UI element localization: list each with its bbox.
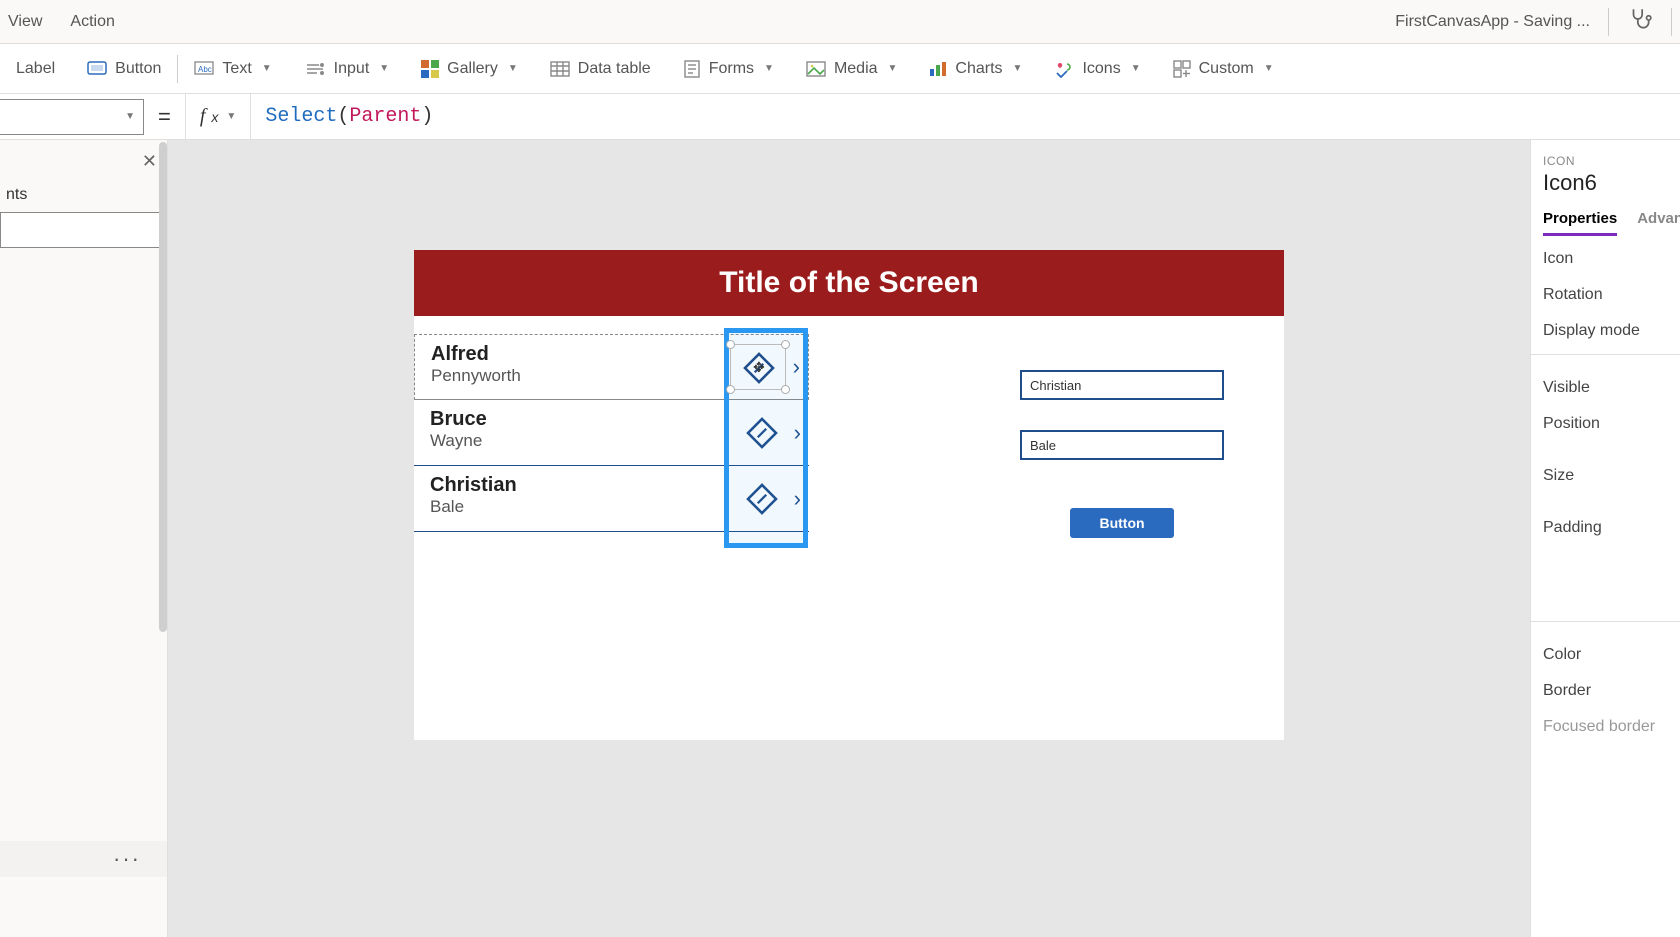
resize-handle[interactable] — [781, 385, 790, 394]
menu-bar: View Action FirstCanvasApp - Saving ... — [0, 0, 1680, 44]
prop-size[interactable]: Size — [1543, 437, 1680, 489]
chevron-down-icon: ▼ — [888, 63, 898, 74]
prop-color[interactable]: Color — [1543, 632, 1680, 668]
prop-display-mode[interactable]: Display mode — [1543, 308, 1680, 344]
gallery-icon — [421, 60, 439, 78]
prop-visible[interactable]: Visible — [1543, 365, 1680, 401]
ribbon-custom-label: Custom — [1199, 60, 1254, 78]
data-table-icon — [550, 61, 570, 77]
app-checker-icon[interactable] — [1627, 6, 1653, 37]
icons-icon — [1054, 60, 1074, 78]
media-icon — [806, 61, 826, 77]
selected-icon-handles[interactable]: ✥ — [730, 344, 786, 390]
property-dropdown[interactable]: ▼ — [0, 99, 144, 135]
prop-padding[interactable]: Padding — [1543, 489, 1680, 541]
app-canvas[interactable]: Title of the Screen Alfred Pennyworth ✥ — [414, 250, 1284, 740]
insert-ribbon: Label Button Abc Text ▼ Input ▼ Gallery … — [0, 44, 1680, 94]
chevron-down-icon: ▼ — [226, 111, 236, 122]
button-icon — [87, 61, 107, 77]
tree-search-input[interactable] — [0, 212, 161, 248]
submit-button[interactable]: Button — [1070, 508, 1174, 538]
chevron-down-icon: ▼ — [379, 63, 389, 74]
ribbon-icons-label: Icons — [1082, 60, 1120, 78]
menu-action[interactable]: Action — [70, 13, 114, 31]
resize-handle[interactable] — [781, 340, 790, 349]
custom-icon — [1173, 60, 1191, 78]
prop-icon[interactable]: Icon — [1543, 236, 1680, 272]
app-status-text: FirstCanvasApp - Saving ... — [1395, 13, 1590, 31]
formula-arg: Parent — [349, 105, 421, 128]
divider — [1608, 8, 1609, 36]
ribbon-button[interactable]: Button — [71, 60, 177, 78]
tab-properties[interactable]: Properties — [1543, 210, 1617, 236]
tree-item-more[interactable]: ··· — [0, 841, 167, 877]
ribbon-data-table-label: Data table — [578, 60, 651, 78]
ribbon-charts[interactable]: Charts ▼ — [913, 60, 1038, 78]
ribbon-media-label: Media — [834, 60, 878, 78]
formula-fn: Select — [265, 105, 337, 128]
divider — [1531, 354, 1680, 355]
divider — [1531, 621, 1680, 622]
ribbon-text[interactable]: Abc Text ▼ — [178, 60, 287, 78]
ribbon-icons[interactable]: Icons ▼ — [1038, 60, 1156, 78]
ribbon-media[interactable]: Media ▼ — [790, 60, 913, 78]
ribbon-charts-label: Charts — [955, 60, 1002, 78]
lastname-input[interactable] — [1020, 430, 1224, 460]
ribbon-input-label: Input — [334, 60, 370, 78]
input-icon — [304, 61, 326, 77]
canvas-area[interactable]: Title of the Screen Alfred Pennyworth ✥ — [168, 140, 1530, 937]
label-text: Label — [16, 60, 55, 78]
chevron-down-icon: ▼ — [262, 63, 272, 74]
ribbon-forms[interactable]: Forms ▼ — [667, 60, 790, 78]
prop-rotation[interactable]: Rotation — [1543, 272, 1680, 308]
ribbon-forms-label: Forms — [709, 60, 754, 78]
tree-label: nts — [0, 182, 167, 210]
charts-icon — [929, 61, 947, 77]
chevron-down-icon: ▼ — [1013, 63, 1023, 74]
control-type-label: ICON — [1543, 154, 1680, 168]
chevron-down-icon: ▼ — [125, 111, 135, 122]
fx-button[interactable]: fx ▼ — [185, 94, 251, 139]
ribbon-text-label: Text — [222, 60, 251, 78]
tab-advanced[interactable]: Advan — [1637, 210, 1680, 236]
prop-focused-border[interactable]: Focused border — [1543, 704, 1680, 740]
prop-position[interactable]: Position — [1543, 401, 1680, 437]
forms-icon — [683, 60, 701, 78]
ribbon-gallery[interactable]: Gallery ▼ — [405, 60, 534, 78]
chevron-down-icon: ▼ — [764, 63, 774, 74]
text-icon: Abc — [194, 61, 214, 77]
menu-view[interactable]: View — [8, 13, 42, 31]
screen-title: Title of the Screen — [414, 250, 1284, 316]
svg-text:Abc: Abc — [198, 65, 212, 74]
ribbon-button-label: Button — [115, 60, 161, 78]
close-icon[interactable]: ✕ — [142, 151, 157, 172]
divider — [1671, 8, 1672, 36]
chevron-down-icon: ▼ — [508, 63, 518, 74]
chevron-down-icon: ▼ — [1131, 63, 1141, 74]
ribbon-label[interactable]: Label — [0, 60, 71, 78]
chevron-down-icon: ▼ — [1264, 63, 1274, 74]
resize-handle[interactable] — [726, 385, 735, 394]
properties-panel: ICON Icon6 Properties Advan Icon Rotatio… — [1530, 140, 1680, 937]
resize-handle[interactable] — [726, 340, 735, 349]
firstname-input[interactable] — [1020, 370, 1224, 400]
ribbon-input[interactable]: Input ▼ — [288, 60, 406, 78]
equals-sign: = — [144, 104, 185, 130]
control-name[interactable]: Icon6 — [1543, 170, 1680, 196]
formula-bar: ▼ = fx ▼ Select(Parent) — [0, 94, 1680, 140]
prop-border[interactable]: Border — [1543, 668, 1680, 704]
move-cursor-icon: ✥ — [753, 359, 765, 376]
formula-input[interactable]: Select(Parent) — [251, 105, 433, 128]
tree-view-panel: ✕ nts ··· — [0, 140, 168, 937]
ribbon-custom[interactable]: Custom ▼ — [1157, 60, 1290, 78]
ribbon-data-table[interactable]: Data table — [534, 60, 667, 78]
ribbon-gallery-label: Gallery — [447, 60, 498, 78]
scrollbar[interactable] — [159, 142, 167, 632]
